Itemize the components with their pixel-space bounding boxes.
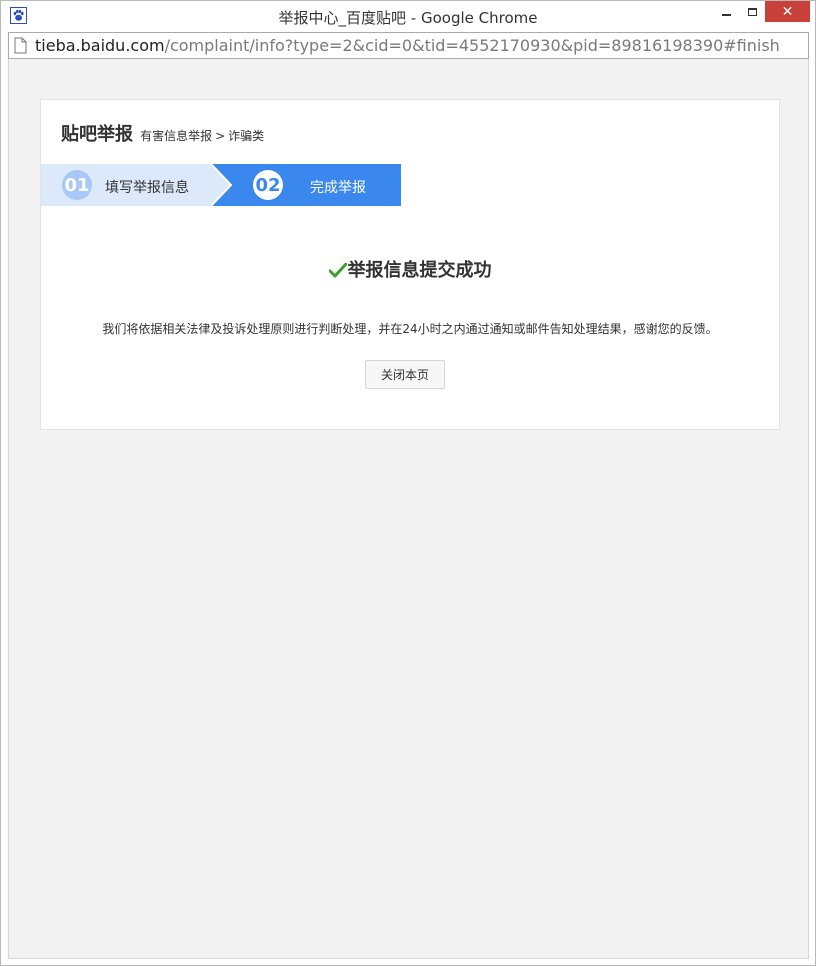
page-title: 贴吧举报: [61, 124, 133, 145]
breadcrumb-separator: >: [215, 129, 226, 143]
step-number: 01: [62, 170, 92, 200]
minimize-button[interactable]: [713, 1, 739, 22]
step-indicator: 01 填写举报信息 02 完成举报: [41, 164, 401, 206]
breadcrumb-item: 有害信息举报: [140, 129, 213, 143]
close-window-button[interactable]: ✕: [765, 1, 810, 22]
result-message: 我们将依据相关法律及投诉处理原则进行判断处理，并在24小时之内通过通知或邮件告知…: [102, 322, 718, 336]
success-heading: 举报信息提交成功: [41, 256, 779, 282]
check-icon: [328, 263, 347, 278]
maximize-button[interactable]: [739, 1, 765, 22]
breadcrumb-item: 诈骗类: [228, 129, 265, 143]
title-bar: 举报中心_百度贴吧 - Google Chrome ✕: [1, 1, 815, 31]
step-label: 完成举报: [310, 180, 366, 196]
close-icon: ✕: [781, 3, 794, 20]
page-icon: [14, 37, 27, 54]
breadcrumb: 有害信息举报 > 诈骗类: [140, 129, 264, 143]
maximize-icon: [747, 7, 757, 16]
url-text[interactable]: tieba.baidu.com/complaint/info?type=2&ci…: [35, 36, 780, 55]
url-path: /complaint/info?type=2&cid=0&tid=4552170…: [164, 36, 780, 55]
page-viewport: 贴吧举报 有害信息举报 > 诈骗类 01 填写举报信息 02 完成举报 举报信息…: [8, 59, 809, 959]
step-complete: 02 完成举报: [211, 164, 401, 206]
step-number: 02: [253, 170, 283, 200]
url-host: tieba.baidu.com: [35, 36, 165, 55]
close-page-button[interactable]: 关闭本页: [365, 360, 445, 389]
browser-window: 举报中心_百度贴吧 - Google Chrome ✕ tieba.baidu.…: [0, 0, 816, 966]
address-bar[interactable]: tieba.baidu.com/complaint/info?type=2&ci…: [8, 32, 809, 59]
step-fill-info: 01 填写举报信息: [41, 164, 231, 206]
report-card: 贴吧举报 有害信息举报 > 诈骗类 01 填写举报信息 02 完成举报 举报信息…: [40, 99, 780, 430]
card-header: 贴吧举报 有害信息举报 > 诈骗类: [61, 120, 264, 146]
success-title: 举报信息提交成功: [347, 260, 492, 281]
window-title: 举报中心_百度贴吧 - Google Chrome: [278, 9, 538, 27]
minimize-icon: [721, 13, 731, 16]
step-label: 填写举报信息: [105, 180, 189, 196]
